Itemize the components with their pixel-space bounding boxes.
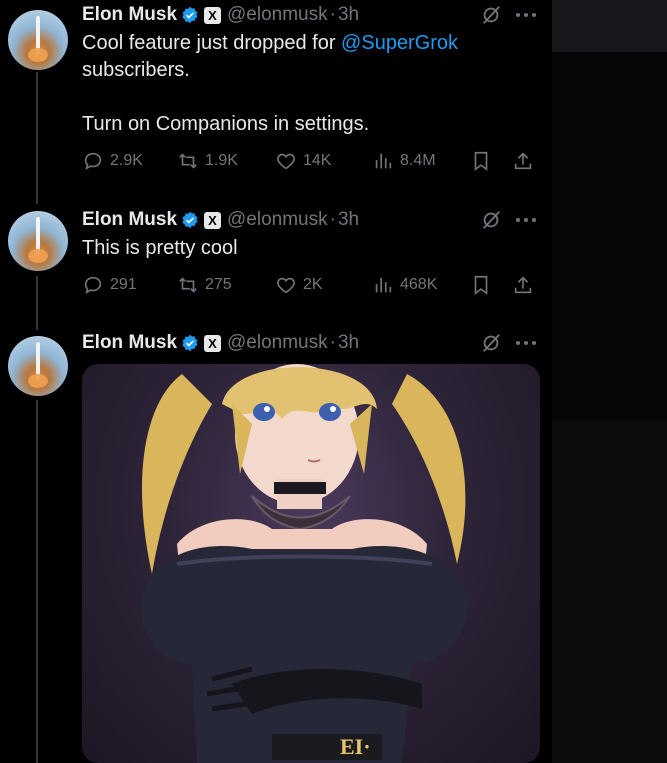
more-icon[interactable] <box>514 340 538 346</box>
bookmark-button[interactable] <box>470 273 498 297</box>
more-icon[interactable] <box>514 217 538 223</box>
tweet-header: Elon Musk X @elonmusk · 3h <box>82 3 359 27</box>
share-button[interactable] <box>512 273 540 297</box>
author-name[interactable]: Elon Musk <box>82 4 177 26</box>
reply-icon <box>84 276 102 295</box>
repost-button[interactable]: 275 <box>177 273 232 297</box>
right-sidebar-media-area <box>552 420 667 763</box>
separator-dot: · <box>329 4 336 25</box>
views-button[interactable]: 468K <box>372 273 437 297</box>
views-icon <box>375 153 392 169</box>
like-icon <box>277 277 295 294</box>
author-handle[interactable]: @elonmusk <box>227 4 328 26</box>
like-button[interactable]: 14K <box>275 149 331 173</box>
reply-button[interactable]: 2.9K <box>82 149 143 173</box>
grok-icon[interactable] <box>480 209 502 231</box>
tweet-text: This is pretty cool <box>82 237 238 259</box>
bookmark-button[interactable] <box>470 149 498 173</box>
x-badge-icon: X <box>204 211 222 229</box>
mention-link[interactable]: @SuperGrok <box>341 32 458 54</box>
like-icon <box>277 153 295 170</box>
grok-icon[interactable] <box>480 4 502 26</box>
timestamp[interactable]: 3h <box>338 209 359 231</box>
verified-icon <box>182 211 198 229</box>
more-icon[interactable] <box>514 12 538 18</box>
tweet-header: Elon Musk X @elonmusk · 3h <box>82 331 359 355</box>
author-name[interactable]: Elon Musk <box>82 209 177 231</box>
verified-icon <box>182 334 198 352</box>
x-badge-icon: X <box>204 6 222 24</box>
author-handle[interactable]: @elonmusk <box>227 332 328 354</box>
views-button[interactable]: 8.4M <box>372 149 436 173</box>
share-icon <box>514 152 532 170</box>
author-name[interactable]: Elon Musk <box>82 332 177 354</box>
timestamp[interactable]: 3h <box>338 332 359 354</box>
belt-buckle-text: EI· <box>340 734 371 759</box>
separator-dot: · <box>329 332 336 353</box>
author-handle[interactable]: @elonmusk <box>227 209 328 231</box>
anime-character-illustration <box>141 364 468 763</box>
like-button[interactable]: 2K <box>275 273 323 297</box>
tweet-text: Cool feature just dropped for @SuperGrok… <box>82 32 459 135</box>
avatar[interactable] <box>8 211 68 271</box>
share-icon <box>514 276 532 294</box>
tweet-actions: 291 275 2K 468K <box>82 273 542 297</box>
separator-dot: · <box>329 209 336 230</box>
reply-button[interactable]: 291 <box>82 273 137 297</box>
grok-icon[interactable] <box>480 332 502 354</box>
x-badge-icon: X <box>204 334 222 352</box>
verified-icon <box>182 6 198 24</box>
avatar[interactable] <box>8 336 68 396</box>
avatar[interactable] <box>8 10 68 70</box>
views-icon <box>375 277 392 293</box>
bookmark-icon <box>474 151 488 171</box>
repost-icon <box>179 277 197 293</box>
right-sidebar-top <box>552 0 667 52</box>
repost-icon <box>179 153 197 169</box>
bookmark-icon <box>474 275 488 295</box>
repost-button[interactable]: 1.9K <box>177 149 238 173</box>
tweet[interactable]: Elon Musk X @elonmusk · 3h This is prett… <box>0 205 552 315</box>
tweet-media-image[interactable]: EI· <box>82 364 540 763</box>
tweet-header: Elon Musk X @elonmusk · 3h <box>82 208 359 232</box>
reply-icon <box>84 152 102 171</box>
timestamp[interactable]: 3h <box>338 4 359 26</box>
tweet[interactable]: Elon Musk X @elonmusk · 3h Cool feature … <box>0 0 552 190</box>
tweet-actions: 2.9K 1.9K 14K 8.4M <box>82 149 542 173</box>
share-button[interactable] <box>512 149 540 173</box>
